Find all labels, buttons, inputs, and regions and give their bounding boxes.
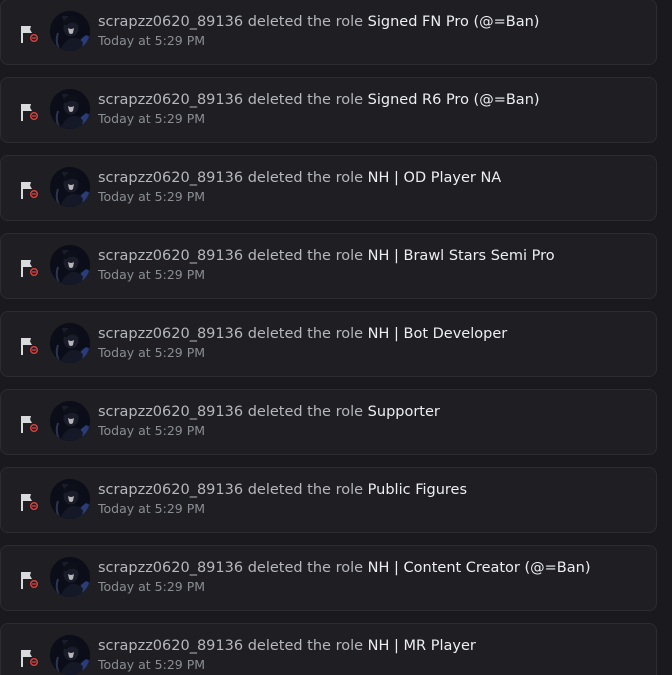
audit-log-entry[interactable]: scrapzz0620_89136 deleted the role Publi… <box>0 467 657 533</box>
audit-log-entry[interactable]: scrapzz0620_89136 deleted the role Signe… <box>0 0 657 65</box>
timestamp: Today at 5:29 PM <box>98 501 206 516</box>
entry-text: scrapzz0620_89136 deleted the role NH | … <box>98 168 501 188</box>
audit-log-entry[interactable]: scrapzz0620_89136 deleted the role Suppo… <box>0 389 657 455</box>
entry-text: scrapzz0620_89136 deleted the role Signe… <box>98 90 540 110</box>
username[interactable]: scrapzz0620_89136 <box>98 404 243 420</box>
role-name: Public Figures <box>367 482 468 498</box>
timestamp: Today at 5:29 PM <box>98 111 206 126</box>
flag-delete-icon <box>18 179 42 201</box>
user-avatar[interactable] <box>50 323 90 363</box>
entry-text: scrapzz0620_89136 deleted the role NH | … <box>98 558 591 578</box>
timestamp: Today at 5:29 PM <box>98 657 206 672</box>
audit-log-entry[interactable]: scrapzz0620_89136 deleted the role Signe… <box>0 77 657 143</box>
audit-log-entry[interactable]: scrapzz0620_89136 deleted the role NH | … <box>0 233 657 299</box>
role-name: Signed R6 Pro (@=Ban) <box>367 92 540 108</box>
username[interactable]: scrapzz0620_89136 <box>98 326 243 342</box>
user-avatar[interactable] <box>50 479 90 519</box>
flag-delete-icon <box>18 335 42 357</box>
action-text: deleted the role <box>247 170 364 186</box>
entry-text: scrapzz0620_89136 deleted the role Signe… <box>98 12 539 32</box>
role-name: NH | Brawl Stars Semi Pro <box>367 248 555 264</box>
timestamp: Today at 5:29 PM <box>98 345 206 360</box>
user-avatar[interactable] <box>50 167 90 207</box>
action-text: deleted the role <box>247 14 364 30</box>
role-name: NH | OD Player NA <box>367 170 502 186</box>
entry-text: scrapzz0620_89136 deleted the role Suppo… <box>98 402 440 422</box>
user-avatar[interactable] <box>50 245 90 285</box>
username[interactable]: scrapzz0620_89136 <box>98 560 243 576</box>
audit-log-entry[interactable]: scrapzz0620_89136 deleted the role NH | … <box>0 155 657 221</box>
user-avatar[interactable] <box>50 635 90 675</box>
username[interactable]: scrapzz0620_89136 <box>98 14 243 30</box>
action-text: deleted the role <box>247 638 364 654</box>
username[interactable]: scrapzz0620_89136 <box>98 170 243 186</box>
role-name: NH | Bot Developer <box>367 326 508 342</box>
user-avatar[interactable] <box>50 89 90 129</box>
action-text: deleted the role <box>247 482 364 498</box>
audit-log-entry[interactable]: scrapzz0620_89136 deleted the role NH | … <box>0 623 657 675</box>
username[interactable]: scrapzz0620_89136 <box>98 482 243 498</box>
flag-delete-icon <box>18 647 42 669</box>
audit-log-entry[interactable]: scrapzz0620_89136 deleted the role NH | … <box>0 311 657 377</box>
user-avatar[interactable] <box>50 557 90 597</box>
role-name: Supporter <box>367 404 440 420</box>
timestamp: Today at 5:29 PM <box>98 189 206 204</box>
flag-delete-icon <box>18 257 42 279</box>
flag-delete-icon <box>18 413 42 435</box>
entry-text: scrapzz0620_89136 deleted the role NH | … <box>98 246 555 266</box>
flag-delete-icon <box>18 491 42 513</box>
action-text: deleted the role <box>247 248 364 264</box>
audit-log-entry[interactable]: scrapzz0620_89136 deleted the role NH | … <box>0 545 657 611</box>
action-text: deleted the role <box>247 560 364 576</box>
role-name: NH | MR Player <box>367 638 476 654</box>
flag-delete-icon <box>18 23 42 45</box>
entry-text: scrapzz0620_89136 deleted the role NH | … <box>98 324 507 344</box>
audit-log-list: scrapzz0620_89136 deleted the role Signe… <box>0 0 672 675</box>
action-text: deleted the role <box>247 404 364 420</box>
role-name: Signed FN Pro (@=Ban) <box>367 14 540 30</box>
user-avatar[interactable] <box>50 11 90 51</box>
username[interactable]: scrapzz0620_89136 <box>98 248 243 264</box>
flag-delete-icon <box>18 101 42 123</box>
entry-text: scrapzz0620_89136 deleted the role Publi… <box>98 480 467 500</box>
action-text: deleted the role <box>247 92 364 108</box>
entry-text: scrapzz0620_89136 deleted the role NH | … <box>98 636 476 656</box>
timestamp: Today at 5:29 PM <box>98 423 206 438</box>
timestamp: Today at 5:29 PM <box>98 33 206 48</box>
username[interactable]: scrapzz0620_89136 <box>98 638 243 654</box>
flag-delete-icon <box>18 569 42 591</box>
timestamp: Today at 5:29 PM <box>98 267 206 282</box>
action-text: deleted the role <box>247 326 364 342</box>
user-avatar[interactable] <box>50 401 90 441</box>
role-name: NH | Content Creator (@=Ban) <box>367 560 591 576</box>
username[interactable]: scrapzz0620_89136 <box>98 92 243 108</box>
timestamp: Today at 5:29 PM <box>98 579 206 594</box>
